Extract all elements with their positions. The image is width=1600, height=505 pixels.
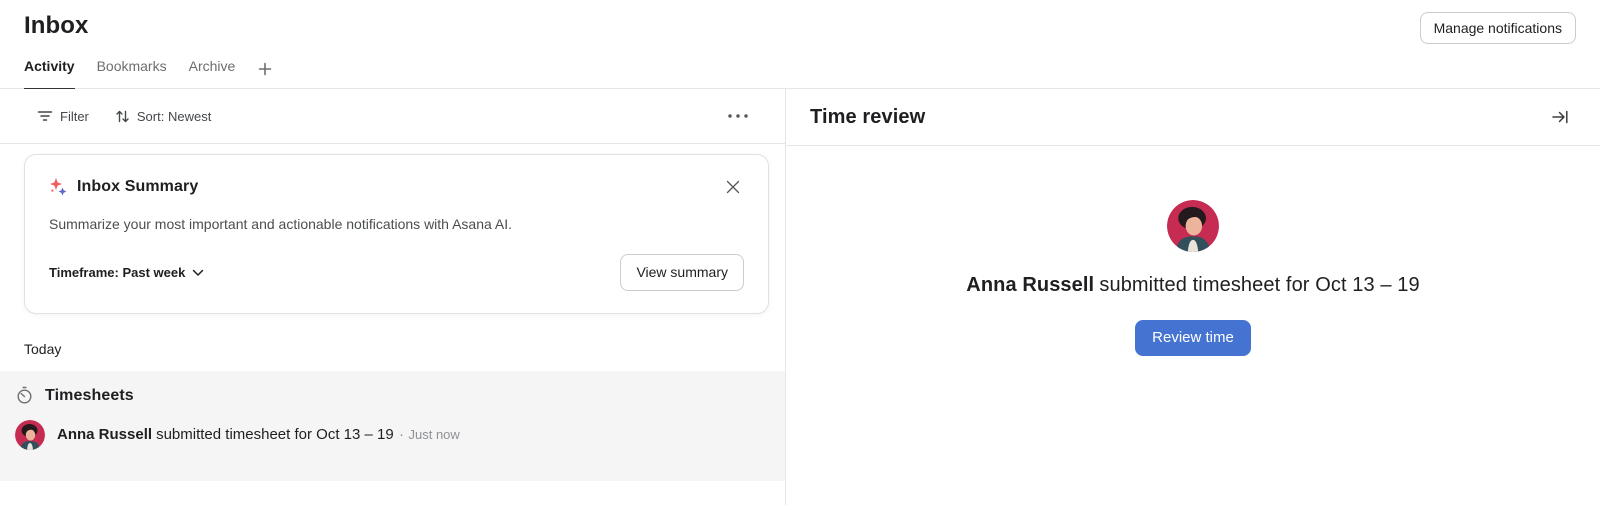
ai-sparkle-icon: [49, 177, 68, 197]
list-toolbar: Filter Sort: Newest: [0, 89, 785, 144]
timeframe-dropdown[interactable]: Timeframe: Past week: [49, 261, 204, 284]
tab-bookmarks[interactable]: Bookmarks: [97, 53, 167, 90]
summary-card-header: Inbox Summary: [49, 176, 744, 198]
manage-notifications-button[interactable]: Manage notifications: [1420, 12, 1576, 44]
inbox-app: Inbox Manage notifications Activity Book…: [0, 0, 1600, 505]
separator: ·: [399, 426, 404, 443]
add-tab-button[interactable]: [257, 57, 273, 90]
tab-bar: Activity Bookmarks Archive: [24, 53, 1576, 90]
detail-heading: Anna Russellsubmitted timesheet for Oct …: [966, 272, 1419, 298]
actor-name: Anna Russell: [57, 426, 152, 443]
detail-panel: Time review: [786, 89, 1600, 505]
chevron-down-icon: [192, 269, 204, 277]
inbox-summary-card: Inbox Summary Summarize your most import…: [24, 154, 769, 314]
timesheets-group-header: Timesheets: [0, 371, 785, 405]
plus-icon: [257, 61, 273, 77]
tab-archive[interactable]: Archive: [189, 53, 236, 90]
summary-card-title: Inbox Summary: [77, 178, 198, 196]
detail-header: Time review: [786, 89, 1600, 146]
view-summary-button[interactable]: View summary: [620, 254, 744, 291]
sort-icon: [115, 109, 130, 124]
stopwatch-icon: [15, 386, 34, 405]
timesheets-group: Timesheets Anna Russellsubmitted t: [0, 371, 785, 481]
sort-button[interactable]: Sort: Newest: [111, 103, 215, 130]
main-split: Filter Sort: Newest: [0, 89, 1600, 505]
actor-name: Anna Russell: [966, 274, 1094, 296]
notifications-panel: Filter Sort: Newest: [0, 89, 786, 505]
summary-card-footer: Timeframe: Past week View summary: [49, 254, 744, 291]
summary-card-description: Summarize your most important and action…: [49, 214, 744, 234]
tab-activity[interactable]: Activity: [24, 53, 75, 90]
sort-label: Sort: Newest: [137, 109, 211, 124]
detail-title: Time review: [810, 106, 925, 129]
notification-text: Anna Russellsubmitted timesheet for Oct …: [57, 425, 460, 445]
inbox-header: Inbox Manage notifications Activity Book…: [0, 0, 1600, 89]
collapse-right-icon: [1550, 107, 1570, 127]
date-group-label: Today: [24, 341, 785, 357]
page-title: Inbox: [24, 12, 89, 40]
more-options-button[interactable]: [721, 107, 755, 125]
notification-item[interactable]: Anna Russellsubmitted timesheet for Oct …: [0, 405, 785, 450]
title-row: Inbox Manage notifications: [24, 12, 1576, 44]
timeframe-label: Timeframe: Past week: [49, 265, 185, 280]
avatar: [1167, 200, 1219, 252]
filter-button[interactable]: Filter: [33, 102, 93, 130]
ellipsis-icon: [727, 113, 749, 119]
close-summary-button[interactable]: [722, 176, 744, 198]
filter-icon: [37, 108, 53, 124]
collapse-panel-button[interactable]: [1546, 103, 1574, 131]
filter-label: Filter: [60, 109, 89, 124]
detail-body: Anna Russellsubmitted timesheet for Oct …: [786, 146, 1600, 505]
avatar: [15, 420, 45, 450]
close-icon: [724, 178, 742, 196]
timestamp: Just now: [409, 427, 460, 442]
detail-heading-rest: submitted timesheet for Oct 13 – 19: [1099, 274, 1419, 296]
timesheets-group-title: Timesheets: [45, 387, 134, 405]
review-time-button[interactable]: Review time: [1135, 320, 1251, 356]
notification-action: submitted timesheet for Oct 13 – 19: [156, 426, 394, 443]
